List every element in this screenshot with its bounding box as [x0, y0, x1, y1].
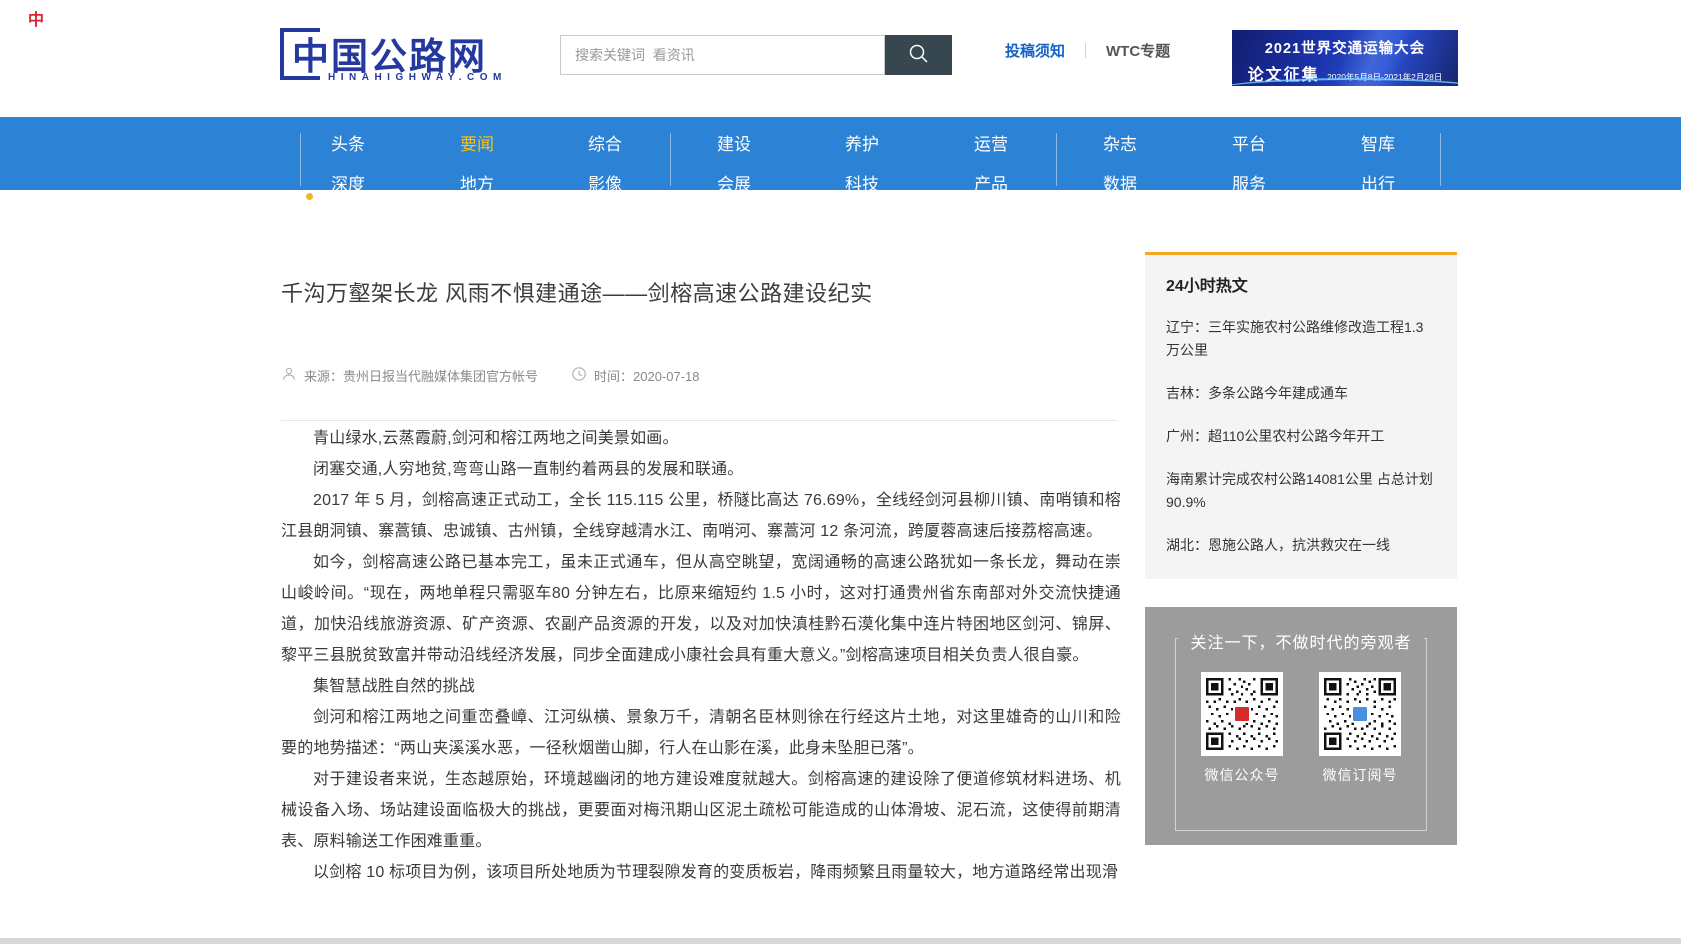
search-button[interactable] — [885, 35, 952, 75]
nav-item-zonghe[interactable]: 综合 — [560, 130, 650, 155]
nav-col-thinktank: 智库 出行 — [1333, 117, 1423, 195]
nav-col-maintenance: 养护 科技 — [817, 117, 907, 195]
nav-divider — [300, 133, 301, 186]
search-input[interactable] — [560, 35, 885, 75]
hot-article-link[interactable]: 广州：超110公里农村公路今年开工 — [1166, 425, 1436, 448]
clock-icon — [571, 366, 594, 385]
hot-article-link[interactable]: 湖北：恩施公路人，抗洪救灾在一线 — [1166, 534, 1436, 557]
bottom-strip — [0, 938, 1681, 944]
main-nav: 头条 深度 要闻 地方 综合 影像 建设 会展 养护 科技 运营 产品 杂志 数… — [0, 117, 1681, 190]
hot-articles-title: 24小时热文 — [1166, 272, 1436, 296]
hot-article-link[interactable]: 海南累计完成农村公路14081公里 占总计划90.9% — [1166, 468, 1436, 514]
article-paragraph: 如今，剑榕高速公路已基本完工，虽未正式通车，但从高空眺望，宽阔通畅的高速公路犹如… — [281, 547, 1121, 671]
nav-item-jianshe[interactable]: 建设 — [689, 130, 779, 155]
nav-col-news: 要闻 地方 — [432, 117, 522, 195]
submission-notice-link[interactable]: 投稿须知 — [1005, 40, 1065, 61]
nav-item-yaowen-active[interactable]: 要闻 — [432, 130, 522, 155]
nav-col-platform: 平台 服务 — [1204, 117, 1294, 195]
nav-item-shuju[interactable]: 数据 — [1075, 170, 1165, 195]
follow-title: 关注一下，不做时代的旁观者 — [1145, 629, 1457, 653]
article-source: 来源：贵州日报当代融媒体集团官方帐号 — [281, 366, 538, 385]
wtc-topic-link[interactable]: WTC专题 — [1106, 40, 1170, 61]
nav-item-fuwu[interactable]: 服务 — [1204, 170, 1294, 195]
nav-col-operation: 运营 产品 — [946, 117, 1036, 195]
nav-item-zazhi[interactable]: 杂志 — [1075, 130, 1165, 155]
hot-article-link[interactable]: 吉林：多条公路今年建成通车 — [1166, 382, 1436, 405]
nav-divider — [1440, 133, 1441, 186]
nav-item-yingxiang[interactable]: 影像 — [560, 170, 650, 195]
nav-col-construction: 建设 会展 — [689, 117, 779, 195]
article-paragraph: 剑河和榕江两地之间重峦叠嶂、江河纵横、景象万千，清朝名臣林则徐在行经这片土地，对… — [281, 702, 1121, 764]
nav-divider — [670, 133, 671, 186]
article-meta: 来源：贵州日报当代融媒体集团官方帐号 时间：2020-07-18 — [281, 366, 1121, 388]
nav-item-chuxing[interactable]: 出行 — [1333, 170, 1423, 195]
nav-item-shendu[interactable]: 深度 — [303, 170, 393, 195]
header-links: 投稿须知 WTC专题 — [1005, 40, 1170, 61]
article-paragraph: 青山绿水,云蒸霞蔚,剑河和榕江两地之间美景如画。 — [281, 423, 1121, 454]
new-dot-icon — [306, 193, 313, 200]
person-icon — [281, 366, 304, 385]
qr-center-logo-blue — [1351, 705, 1369, 723]
qr-cell-subscription-account: 微信订阅号 — [1319, 672, 1401, 785]
logo-subtitle: HINAHIGHWAY.COM — [328, 72, 507, 83]
hot-articles-box: 24小时热文 辽宁：三年实施农村公路维修改造工程1.3万公里 吉林：多条公路今年… — [1145, 252, 1457, 579]
article-time: 时间：2020-07-18 — [571, 366, 700, 385]
article-paragraph: 对于建设者来说，生态越原始，环境越幽闭的地方建设难度就越大。剑榕高速的建设除了便… — [281, 764, 1121, 857]
wechat-official-qr-code[interactable] — [1201, 672, 1283, 756]
nav-item-pingtai[interactable]: 平台 — [1204, 130, 1294, 155]
nav-divider — [1056, 133, 1057, 186]
article-paragraph: 闭塞交通,人穷地贫,弯弯山路一直制约着两县的发展和联通。 — [281, 454, 1121, 485]
header-links-divider — [1085, 43, 1086, 58]
qr-cell-official-account: 微信公众号 — [1201, 672, 1283, 785]
article-title: 千沟万壑架长龙 风雨不惧建通途——剑榕高速公路建设纪实 — [281, 276, 1121, 308]
qr-label-subscription: 微信订阅号 — [1319, 765, 1401, 785]
nav-item-yunying[interactable]: 运营 — [946, 130, 1036, 155]
nav-item-difang[interactable]: 地方 — [432, 170, 522, 195]
article-body: 青山绿水,云蒸霞蔚,剑河和榕江两地之间美景如画。 闭塞交通,人穷地贫,弯弯山路一… — [281, 423, 1121, 935]
qr-row: 微信公众号 — [1145, 672, 1457, 785]
nav-item-zhiku[interactable]: 智库 — [1333, 130, 1423, 155]
search-bar — [560, 35, 952, 75]
nav-col-general: 综合 影像 — [560, 117, 650, 195]
nav-col-headlines: 头条 深度 — [303, 117, 393, 195]
time-text: 时间：2020-07-18 — [594, 366, 700, 385]
nav-item-yanghu[interactable]: 养护 — [817, 130, 907, 155]
wtc-conference-banner[interactable]: 2021世界交通运输大会 论文征集 2020年5月8日-2021年2月28日 — [1232, 30, 1458, 86]
nav-item-toutiao[interactable]: 头条 — [303, 130, 393, 155]
nav-item-huizhan[interactable]: 会展 — [689, 170, 779, 195]
search-icon — [907, 42, 931, 69]
article-divider — [281, 420, 1117, 421]
nav-col-magazine: 杂志 数据 — [1075, 117, 1165, 195]
qr-center-logo-red — [1233, 705, 1251, 723]
hot-article-link[interactable]: 辽宁：三年实施农村公路维修改造工程1.3万公里 — [1166, 316, 1436, 362]
wechat-subscription-qr-code[interactable] — [1319, 672, 1401, 756]
banner-line1: 2021世界交通运输大会 — [1232, 37, 1458, 58]
article-paragraph: 2017 年 5 月，剑榕高速正式动工，全长 115.115 公里，桥隧比高达 … — [281, 485, 1121, 547]
qr-label-official: 微信公众号 — [1201, 765, 1283, 785]
article-paragraph: 集智慧战胜自然的挑战 — [281, 671, 1121, 702]
page-corner-icon: 中 — [28, 6, 44, 30]
article-paragraph: 以剑榕 10 标项目为例，该项目所处地质为节理裂隙发育的变质板岩，降雨频繁且雨量… — [281, 857, 1121, 888]
nav-item-keji[interactable]: 科技 — [817, 170, 907, 195]
site-logo[interactable]: 中国公路网 HINAHIGHWAY.COM — [280, 26, 510, 90]
nav-item-chanpin[interactable]: 产品 — [946, 170, 1036, 195]
source-text: 来源：贵州日报当代融媒体集团官方帐号 — [304, 366, 538, 385]
page: 中 中国公路网 HINAHIGHWAY.COM 投稿须知 WTC专题 2021世… — [0, 0, 1681, 944]
wechat-follow-box: 关注一下，不做时代的旁观者 — [1145, 607, 1457, 845]
